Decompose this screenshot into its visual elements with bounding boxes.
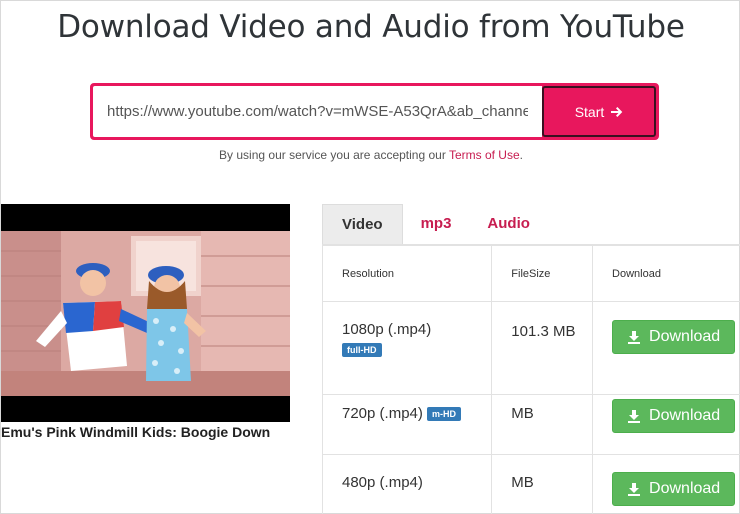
download-button[interactable]: Download bbox=[612, 320, 736, 354]
filesize-text: MB bbox=[511, 405, 534, 422]
tab-video[interactable]: Video bbox=[322, 204, 403, 244]
column-header-filesize: FileSize bbox=[491, 245, 594, 302]
download-button[interactable]: Download bbox=[612, 399, 736, 433]
filesize-cell: 101.3 MB bbox=[491, 301, 594, 395]
download-table: Resolution FileSize Download 1080p (.mp4… bbox=[321, 245, 740, 514]
terms-suffix: . bbox=[519, 148, 523, 162]
table-row: 480p (.mp4) MB Download bbox=[321, 454, 740, 514]
download-cell: Download bbox=[592, 394, 740, 455]
resolution-text: 1080p (.mp4) bbox=[342, 321, 432, 338]
terms-text: By using our service you are accepting o… bbox=[219, 148, 449, 162]
format-tabs: Video mp3 Audio bbox=[322, 204, 740, 245]
table-row: 1080p (.mp4) full-HD 101.3 MB Download bbox=[321, 301, 740, 395]
start-button-label: Start bbox=[574, 103, 605, 120]
quality-badge: m-HD bbox=[427, 407, 462, 422]
filesize-text: 101.3 MB bbox=[511, 323, 576, 340]
arrow-right-icon bbox=[611, 106, 623, 117]
resolution-cell: 720p (.mp4) m-HD bbox=[321, 394, 493, 455]
download-icon bbox=[628, 483, 641, 496]
video-thumbnail[interactable] bbox=[1, 204, 290, 422]
download-button-label: Download bbox=[649, 328, 721, 345]
resolution-cell: 480p (.mp4) bbox=[321, 454, 493, 514]
resolution-cell: 1080p (.mp4) full-HD bbox=[321, 301, 493, 395]
terms-notice: By using our service you are accepting o… bbox=[1, 148, 740, 162]
table-header-row: Resolution FileSize Download bbox=[321, 245, 740, 302]
start-button[interactable]: Start bbox=[542, 86, 656, 137]
download-button-label: Download bbox=[649, 407, 721, 424]
filesize-cell: MB bbox=[491, 394, 594, 455]
resolution-text: 720p (.mp4) bbox=[342, 405, 423, 422]
video-title: Emu's Pink Windmill Kids: Boogie Down bbox=[1, 424, 271, 440]
url-input[interactable] bbox=[93, 86, 542, 137]
download-cell: Download bbox=[592, 454, 740, 514]
terms-link[interactable]: Terms of Use bbox=[449, 148, 520, 162]
filesize-cell: MB bbox=[491, 454, 594, 514]
table-row: 720p (.mp4) m-HD MB Download bbox=[321, 394, 740, 455]
resolution-text: 480p (.mp4) bbox=[342, 474, 423, 491]
page-title: Download Video and Audio from YouTube bbox=[57, 9, 685, 45]
quality-badge: full-HD bbox=[342, 343, 382, 358]
download-icon bbox=[628, 331, 641, 344]
thumbnail-image bbox=[1, 231, 290, 396]
download-icon bbox=[628, 410, 641, 423]
tab-mp3[interactable]: mp3 bbox=[403, 204, 470, 244]
download-cell: Download bbox=[592, 301, 740, 395]
search-bar: Start bbox=[90, 83, 659, 140]
download-button-label: Download bbox=[649, 480, 721, 497]
tab-audio[interactable]: Audio bbox=[469, 204, 548, 244]
column-header-resolution: Resolution bbox=[321, 245, 493, 302]
filesize-text: MB bbox=[511, 474, 534, 491]
download-button[interactable]: Download bbox=[612, 472, 736, 506]
column-header-download: Download bbox=[592, 245, 740, 302]
thumbnail-illustration bbox=[1, 231, 290, 396]
